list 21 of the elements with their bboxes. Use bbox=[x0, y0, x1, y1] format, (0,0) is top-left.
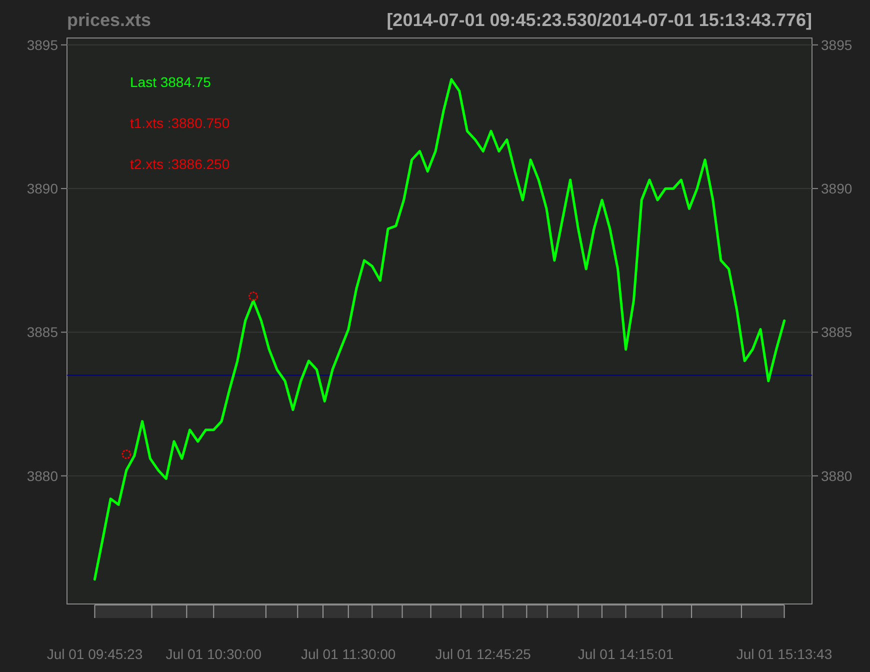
x-tick-label: Jul 01 09:45:23 bbox=[46, 646, 143, 662]
x-tick-label: Jul 01 15:13:43 bbox=[736, 646, 832, 662]
marker-circle bbox=[122, 450, 132, 460]
y-tick-label: 3890 bbox=[821, 180, 852, 197]
x-tick-label: Jul 01 14:15:01 bbox=[578, 646, 674, 662]
y-tick-label: 3895 bbox=[821, 36, 852, 53]
legend-text: t2.xts :3886.250 bbox=[130, 156, 230, 172]
x-tick-label: Jul 01 11:30:00 bbox=[301, 646, 396, 662]
legend-text: Last 3884.75 bbox=[130, 74, 211, 90]
x-tick-label: Jul 01 10:30:00 bbox=[166, 646, 262, 662]
x-tick-label: Jul 01 12:45:25 bbox=[435, 646, 531, 662]
legend-text: t1.xts :3880.750 bbox=[130, 115, 230, 131]
y-tick-label: 3895 bbox=[26, 36, 58, 53]
y-tick-label: 3880 bbox=[26, 468, 58, 484]
chart-title: prices.xts bbox=[67, 10, 152, 30]
y-tick-label: 3885 bbox=[821, 324, 852, 340]
date-range: [2014-07-01 09:45:23.530/2014-07-01 15:13:43.776] bbox=[386, 10, 812, 30]
y-tick-label: 3890 bbox=[26, 180, 58, 197]
y-tick-label: 3880 bbox=[821, 468, 852, 484]
y-tick-label: 3885 bbox=[26, 324, 58, 340]
marker-circle bbox=[248, 292, 258, 302]
